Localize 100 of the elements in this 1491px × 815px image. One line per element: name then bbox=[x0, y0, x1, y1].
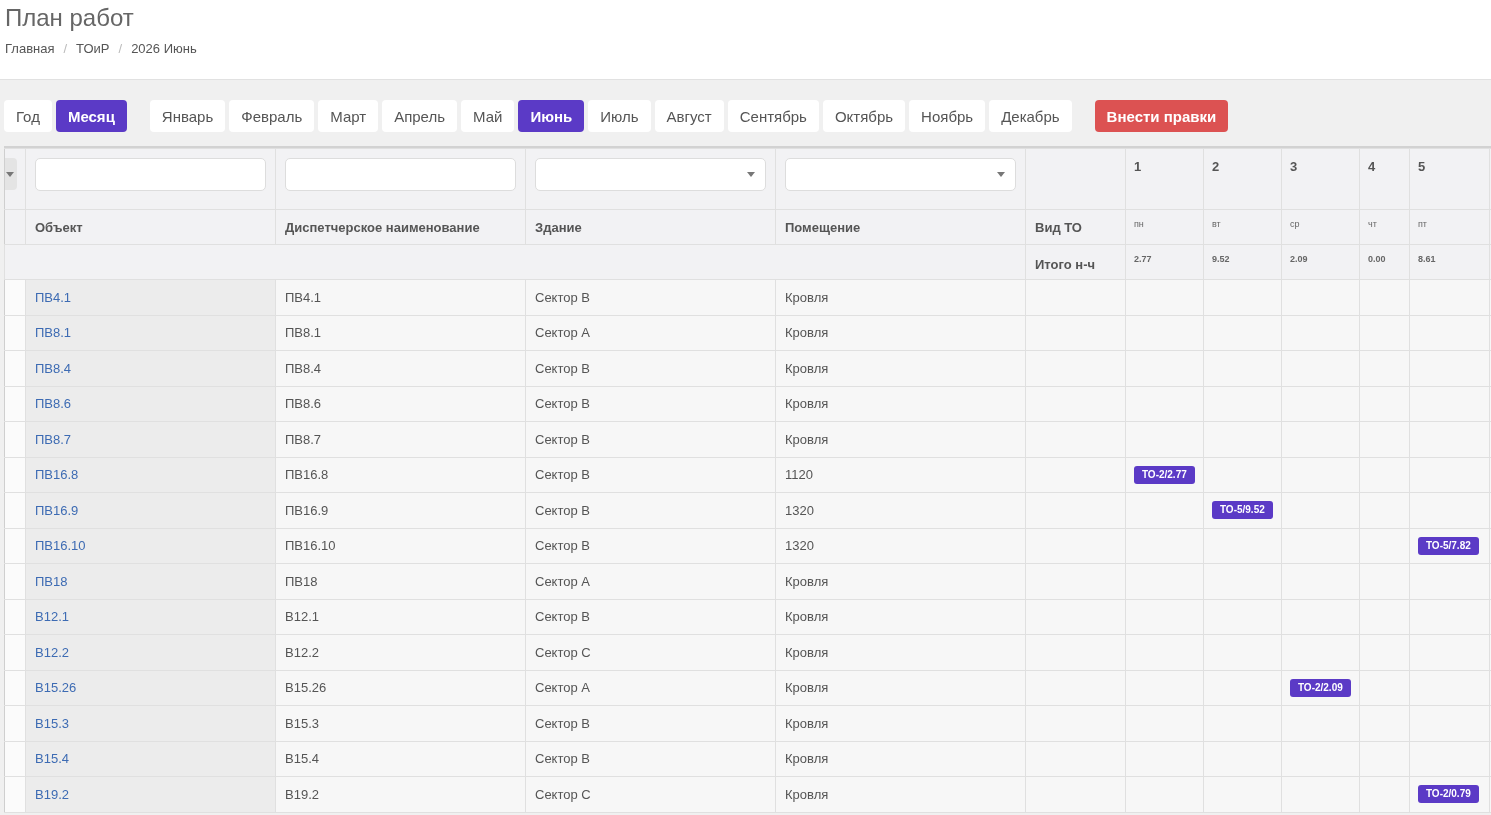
month-tab[interactable]: Ноябрь bbox=[909, 100, 986, 132]
month-tab[interactable]: Март bbox=[318, 100, 379, 132]
month-tab[interactable]: Сентябрь bbox=[727, 100, 819, 132]
day-total: 0.00 bbox=[1359, 244, 1410, 280]
day-number: 1 bbox=[1125, 148, 1204, 210]
table-cell: В12.1 bbox=[275, 599, 526, 635]
month-tab[interactable]: Февраль bbox=[229, 100, 315, 132]
column-header: Диспетчерское наименование bbox=[275, 209, 526, 245]
month-tab[interactable]: Декабрь bbox=[989, 100, 1072, 132]
weekday-label: чт bbox=[1359, 209, 1410, 245]
breadcrumb-separator: / bbox=[118, 41, 123, 57]
object-link[interactable]: В15.26 bbox=[35, 680, 77, 696]
table-cell: 1320 bbox=[775, 528, 1026, 564]
month-tab[interactable]: Январь bbox=[149, 100, 226, 132]
object-link[interactable]: ПВ8.1 bbox=[35, 325, 72, 341]
breadcrumb-current: 2026 Июнь bbox=[131, 41, 197, 57]
edit-button[interactable]: Внести правки bbox=[1094, 100, 1229, 132]
table-cell: ПВ8.7 bbox=[275, 421, 526, 457]
day-number: 5 bbox=[1409, 148, 1490, 210]
totals-label: Итого н-ч bbox=[1025, 244, 1126, 280]
weekday-label: пт bbox=[1409, 209, 1490, 245]
filter-input[interactable] bbox=[285, 158, 516, 191]
object-link[interactable]: В15.3 bbox=[35, 715, 69, 731]
object-link[interactable]: В12.2 bbox=[35, 644, 69, 660]
view-tab[interactable]: Месяц bbox=[55, 100, 127, 132]
object-link[interactable]: ПВ4.1 bbox=[35, 289, 72, 305]
filter-input[interactable] bbox=[35, 158, 266, 191]
object-link[interactable]: ПВ8.6 bbox=[35, 396, 72, 412]
table-cell: Сектор В bbox=[525, 741, 776, 777]
table-cell: Сектор С bbox=[525, 634, 776, 670]
day-total: 2.77 bbox=[1125, 244, 1204, 280]
table-cell: В12.2 bbox=[275, 634, 526, 670]
table-cell: В15.26 bbox=[275, 670, 526, 706]
table-cell: Сектор С bbox=[525, 776, 776, 812]
task-badge[interactable]: ТО-2/0.79 bbox=[1418, 785, 1479, 804]
weekday-label: вт bbox=[1203, 209, 1282, 245]
table-cell: Кровля bbox=[775, 634, 1026, 670]
day-number: 2 bbox=[1203, 148, 1282, 210]
day-number: 4 bbox=[1359, 148, 1410, 210]
object-link[interactable]: ПВ16.9 bbox=[35, 502, 79, 518]
table-cell: Сектор В bbox=[525, 386, 776, 422]
table-cell: Кровля bbox=[775, 563, 1026, 599]
object-link[interactable]: В19.2 bbox=[35, 786, 69, 802]
month-tab[interactable]: Июнь bbox=[518, 100, 585, 132]
object-link[interactable]: ПВ8.4 bbox=[35, 360, 72, 376]
task-badge[interactable]: ТО-2/2.77 bbox=[1134, 465, 1195, 484]
task-badge[interactable]: ТО-5/7.82 bbox=[1418, 536, 1479, 555]
table-cell: 1320 bbox=[775, 492, 1026, 528]
view-tab[interactable]: Год bbox=[4, 100, 52, 132]
column-header: Объект bbox=[25, 209, 276, 245]
table-cell: В15.4 bbox=[275, 741, 526, 777]
object-link[interactable]: ПВ18 bbox=[35, 573, 68, 589]
table-cell: Кровля bbox=[775, 776, 1026, 812]
table-cell: Сектор А bbox=[525, 670, 776, 706]
table-cell: Кровля bbox=[775, 386, 1026, 422]
table-cell: ПВ16.8 bbox=[275, 457, 526, 493]
table-cell: Сектор В bbox=[525, 350, 776, 386]
table-cell: ПВ8.1 bbox=[275, 315, 526, 351]
table-cell: Кровля bbox=[775, 599, 1026, 635]
month-tab[interactable]: Апрель bbox=[382, 100, 458, 132]
month-tab[interactable]: Август bbox=[654, 100, 724, 132]
column-header: Помещение bbox=[775, 209, 1026, 245]
month-tab[interactable]: Октябрь bbox=[822, 100, 906, 132]
object-link[interactable]: ПВ8.7 bbox=[35, 431, 72, 447]
weekday-label: ср bbox=[1281, 209, 1360, 245]
table-cell: ПВ4.1 bbox=[275, 279, 526, 315]
day-number: 3 bbox=[1281, 148, 1360, 210]
day-total: 2.09 bbox=[1281, 244, 1360, 280]
table-cell: Кровля bbox=[775, 670, 1026, 706]
table-cell: Кровля bbox=[775, 705, 1026, 741]
page-title: План работ bbox=[5, 3, 134, 32]
dropdown-toggle[interactable] bbox=[5, 158, 17, 190]
filter-select[interactable] bbox=[785, 158, 1016, 191]
table-cell: 1120 bbox=[775, 457, 1026, 493]
object-link[interactable]: В12.1 bbox=[35, 609, 69, 625]
table-cell: ПВ18 bbox=[275, 563, 526, 599]
filter-select[interactable] bbox=[535, 158, 766, 191]
breadcrumb-link[interactable]: Главная bbox=[5, 41, 55, 57]
task-badge[interactable]: ТО-5/9.52 bbox=[1212, 501, 1273, 520]
table-cell: Кровля bbox=[775, 315, 1026, 351]
table-cell: Кровля bbox=[775, 350, 1026, 386]
object-link[interactable]: ПВ16.10 bbox=[35, 538, 86, 554]
table-cell: Кровля bbox=[775, 741, 1026, 777]
month-tab[interactable]: Июль bbox=[588, 100, 651, 132]
table-cell: Сектор А bbox=[525, 315, 776, 351]
table-cell: ПВ8.6 bbox=[275, 386, 526, 422]
weekday-label: пн bbox=[1125, 209, 1204, 245]
object-link[interactable]: В15.4 bbox=[35, 751, 69, 767]
day-total: 8.61 bbox=[1409, 244, 1490, 280]
task-badge[interactable]: ТО-2/2.09 bbox=[1290, 678, 1351, 697]
breadcrumb-link[interactable]: ТОиР bbox=[76, 41, 110, 57]
month-tab[interactable]: Май bbox=[461, 100, 515, 132]
object-link[interactable]: ПВ16.8 bbox=[35, 467, 79, 483]
column-header: Здание bbox=[525, 209, 776, 245]
table-cell: Сектор В bbox=[525, 599, 776, 635]
table-cell: Кровля bbox=[775, 279, 1026, 315]
table-cell: Сектор В bbox=[525, 421, 776, 457]
table-cell: В15.3 bbox=[275, 705, 526, 741]
day-total: 9.52 bbox=[1203, 244, 1282, 280]
caret-icon bbox=[997, 172, 1005, 177]
